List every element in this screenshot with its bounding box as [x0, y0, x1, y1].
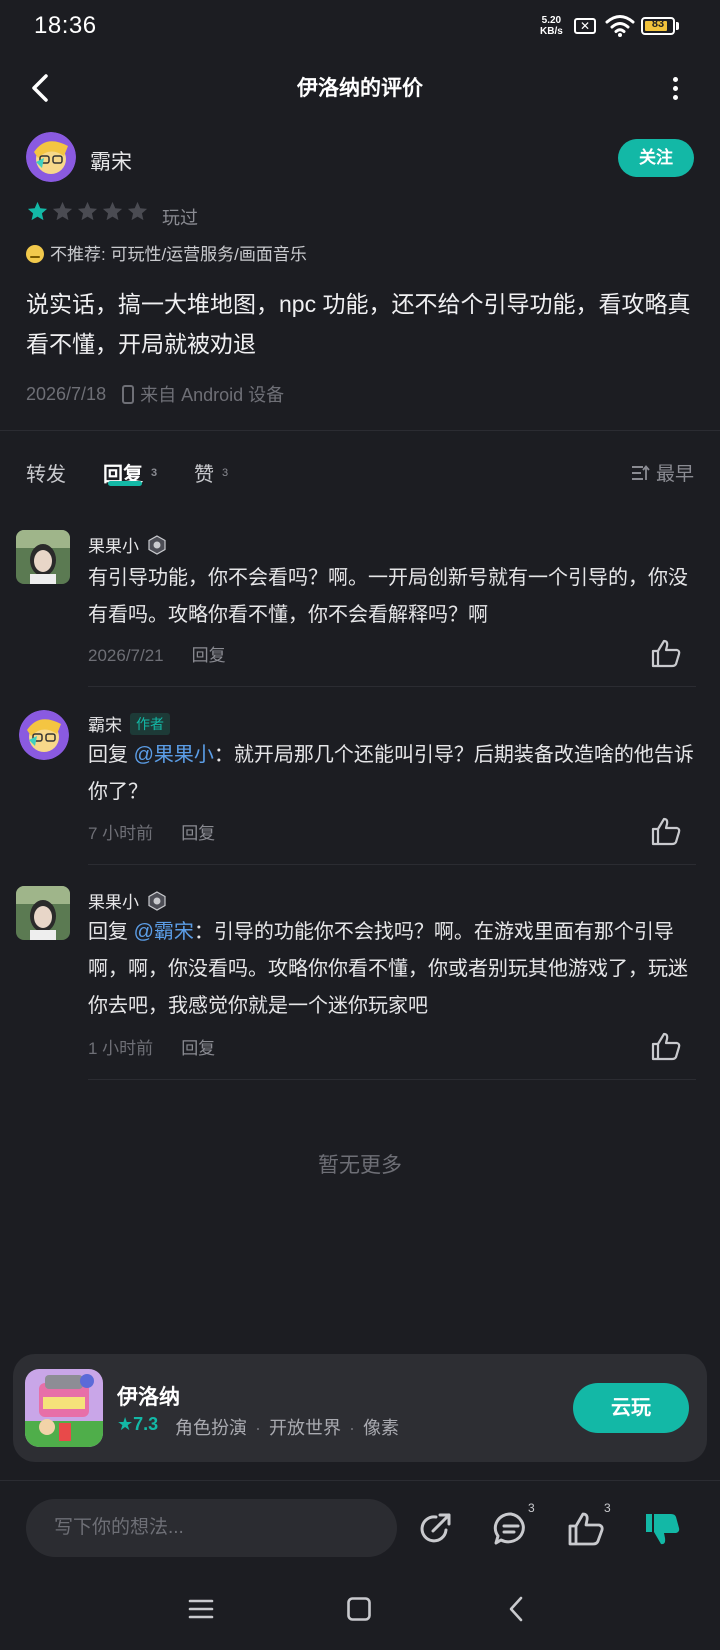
game-tag: 角色扮演 — [175, 1418, 247, 1438]
tab-forward[interactable]: 转发 — [26, 458, 66, 487]
reply-link[interactable]: 回复 — [181, 1039, 215, 1058]
comment-text: 回复 @果果小：就开局那几个还能叫引导？后期装备改造啥的他告诉你了？ — [88, 737, 698, 811]
comment-meta: 2026/7/21 回复 — [88, 641, 226, 666]
comment-author-name: 果果小 — [88, 537, 139, 556]
comment-icon[interactable] — [492, 1510, 530, 1548]
more-menu-icon[interactable] — [668, 74, 682, 100]
status-time: 18:36 — [34, 12, 97, 39]
network-speed-unit: KB/s — [540, 26, 563, 37]
comment-time: 1 小时前 — [88, 1039, 154, 1058]
phone-icon — [122, 384, 135, 404]
comment-author[interactable]: 果果小 — [88, 532, 167, 557]
not-recommend-line: 不推荐: 可玩性/运营服务/画面音乐 — [26, 240, 307, 265]
network-speed: 5.20 KB/s — [540, 15, 563, 37]
comment-meta: 1 小时前 回复 — [88, 1034, 215, 1059]
author-name[interactable]: 霸宋 — [90, 146, 132, 176]
home-nav-icon[interactable] — [346, 1596, 372, 1622]
star-icon: ★ — [117, 1414, 134, 1434]
commenter-avatar[interactable] — [16, 530, 70, 584]
mention-link[interactable]: @果果小 — [134, 744, 214, 766]
played-label: 玩过 — [162, 208, 198, 228]
comment-count: 3 — [528, 1501, 535, 1515]
star-icon-empty — [77, 201, 98, 221]
game-name: 伊洛纳 — [117, 1386, 180, 1409]
rating-stars — [26, 200, 149, 226]
commenter-avatar[interactable] — [19, 710, 69, 760]
level-badge-icon — [148, 534, 166, 555]
network-speed-value: 5.20 — [541, 15, 562, 26]
thumbs-down-icon[interactable] — [643, 1510, 681, 1548]
review-date: 2026/7/18 — [26, 383, 107, 404]
game-card[interactable]: 伊洛纳 ★7.3 角色扮演 · 开放世界 · 像素 云玩 — [13, 1354, 707, 1462]
comment-author[interactable]: 霸宋 作者 — [88, 711, 170, 736]
divider — [88, 864, 696, 865]
comment-text: 回复 @霸宋：引导的功能你不会找吗？啊。在游戏里面有那个引导啊，啊，你没看吗。攻… — [88, 914, 698, 1025]
tab-count: 3 — [151, 467, 158, 479]
review-meta: 2026/7/18 来自 Android 设备 — [26, 381, 284, 407]
comment-input[interactable]: 写下你的想法... — [26, 1499, 397, 1557]
game-rating: ★7.3 — [117, 1414, 158, 1435]
comment-text: 有引导功能，你不会看吗？啊。一开局创新号就有一个引导的，你没有看吗。攻略你看不懂… — [88, 560, 698, 634]
no-more-label: 暂无更多 — [318, 1154, 402, 1177]
wifi-icon — [605, 15, 635, 37]
review-text: 说实话，搞一大堆地图，npc 功能，还不给个引导功能，看攻略真看不懂，开局就被劝… — [26, 291, 691, 357]
menu-nav-icon[interactable] — [188, 1596, 214, 1622]
game-icon — [25, 1369, 103, 1447]
game-tags: 角色扮演 · 开放世界 · 像素 — [175, 1418, 399, 1438]
sad-face-icon — [26, 245, 44, 263]
thumbs-up-icon[interactable] — [650, 638, 682, 668]
sort-control[interactable]: 最早 — [632, 459, 694, 486]
share-icon[interactable] — [416, 1510, 454, 1548]
thumbs-up-icon[interactable] — [567, 1510, 605, 1548]
page-title: 伊洛纳的评价 — [297, 77, 423, 100]
not-recommend-text: 不推荐: 可玩性/运营服务/画面音乐 — [50, 245, 307, 264]
battery-icon: 83 — [641, 17, 675, 35]
divider — [0, 1480, 720, 1481]
divider — [88, 1079, 696, 1080]
game-rating-value: 7.3 — [133, 1414, 159, 1434]
divider — [88, 686, 696, 687]
comment-author-name: 霸宋 — [88, 716, 122, 735]
star-icon-empty — [127, 201, 148, 221]
reply-prefix: 回复 — [88, 921, 128, 943]
tab-count: 3 — [222, 467, 229, 479]
level-badge-icon — [148, 890, 166, 911]
cloud-play-button[interactable]: 云玩 — [573, 1383, 689, 1433]
reply-link[interactable]: 回复 — [192, 646, 226, 665]
mention-link[interactable]: @霸宋 — [134, 921, 194, 943]
like-count: 3 — [604, 1501, 611, 1515]
author-tag: 作者 — [130, 712, 170, 735]
follow-button[interactable]: 关注 — [618, 139, 694, 177]
game-tag: 开放世界 — [269, 1418, 341, 1438]
divider — [0, 430, 720, 431]
star-icon-empty — [52, 201, 73, 221]
review-device: 来自 Android 设备 — [140, 385, 285, 405]
sort-icon — [632, 464, 650, 480]
author-avatar[interactable] — [26, 132, 76, 182]
comment-body: 有引导功能，你不会看吗？啊。一开局创新号就有一个引导的，你没有看吗。攻略你看不懂… — [88, 567, 688, 626]
star-icon-empty — [102, 201, 123, 221]
comment-author-name: 果果小 — [88, 893, 139, 912]
tab-label: 赞 — [194, 464, 214, 486]
tab-active-indicator — [108, 481, 142, 486]
thumbs-up-icon[interactable] — [650, 816, 682, 846]
comment-time: 2026/7/21 — [88, 646, 164, 665]
status-bar: 18:36 5.20 KB/s ✕ 83 — [0, 0, 720, 56]
star-icon-filled — [27, 201, 48, 221]
thumbs-up-icon[interactable] — [650, 1031, 682, 1061]
sort-label: 最早 — [656, 464, 695, 485]
comment-time: 7 小时前 — [88, 824, 154, 843]
reply-prefix: 回复 — [88, 744, 128, 766]
comment-author[interactable]: 果果小 — [88, 888, 167, 913]
tab-label: 转发 — [26, 464, 66, 486]
back-nav-icon[interactable] — [504, 1596, 530, 1622]
comment-meta: 7 小时前 回复 — [88, 819, 215, 844]
no-sim-icon: ✕ — [574, 18, 596, 34]
commenter-avatar[interactable] — [16, 886, 70, 940]
game-tag: 像素 — [363, 1418, 399, 1438]
battery-level: 83 — [651, 18, 665, 30]
reply-link[interactable]: 回复 — [181, 824, 215, 843]
tab-likes[interactable]: 赞3 — [194, 458, 228, 487]
